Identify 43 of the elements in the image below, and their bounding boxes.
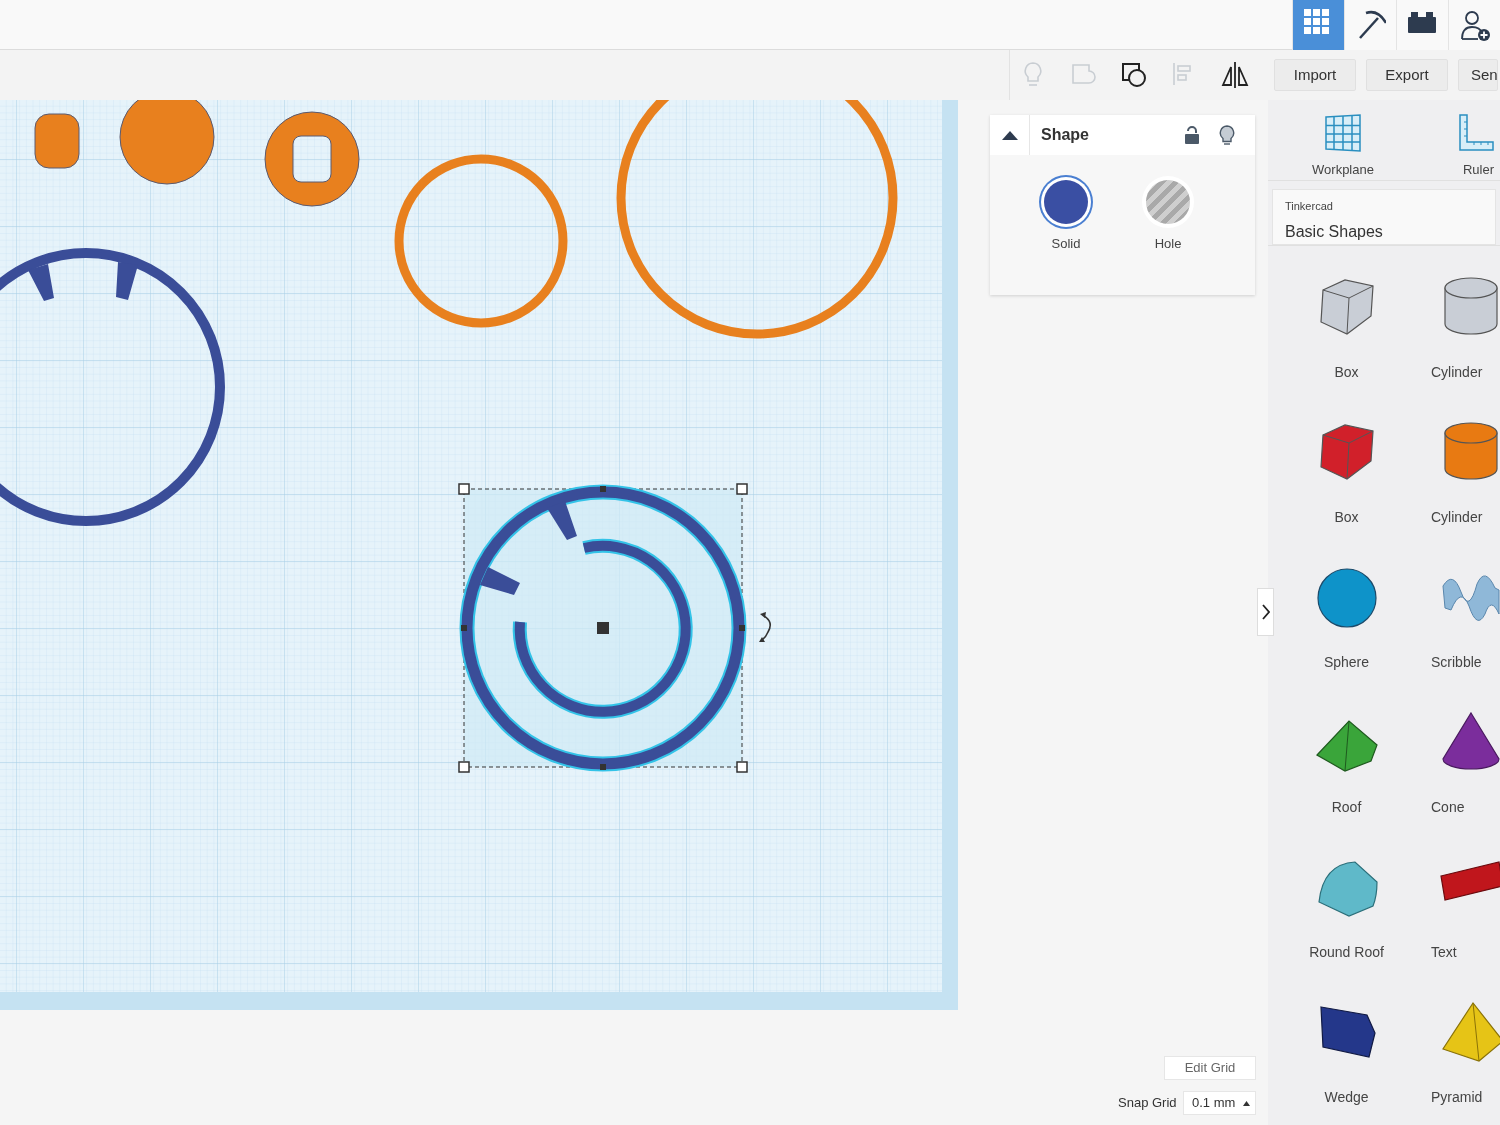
library-dropdown[interactable]: Tinkercad Basic Shapes	[1272, 188, 1496, 245]
view-tab[interactable]	[1344, 0, 1396, 50]
expand-panel-button[interactable]	[1257, 588, 1274, 636]
shape-library-item[interactable]: Box	[1284, 264, 1409, 409]
snap-grid-label: Snap Grid	[1118, 1094, 1177, 1112]
toolbar-text-button[interactable]: Sen	[1458, 59, 1498, 91]
library-name: Basic Shapes	[1285, 222, 1383, 242]
shape-library-item[interactable]: Round Roof	[1284, 844, 1409, 989]
shape-library-item[interactable]: Scribble	[1409, 554, 1500, 699]
shape-library-item[interactable]: Text	[1409, 844, 1500, 989]
triangle-up-icon	[1001, 130, 1018, 140]
mirror-icon	[1221, 61, 1249, 89]
sidebar-tool-button[interactable]: Workplane	[1268, 100, 1418, 180]
shape-library-item[interactable]: Cylinder	[1409, 409, 1500, 554]
view-tab[interactable]	[1396, 0, 1448, 50]
shape-library-item[interactable]: Cylinder	[1409, 264, 1500, 409]
shape-library-item[interactable]: Roof	[1284, 699, 1409, 844]
chevron-right-icon	[1261, 604, 1270, 620]
caret-up-icon	[1243, 1100, 1251, 1106]
rotate-handle	[759, 612, 771, 642]
user-add-icon	[1459, 9, 1490, 41]
square-circle-icon	[1121, 61, 1149, 89]
unlock-icon[interactable]	[1185, 126, 1199, 144]
shape-type-option[interactable]: Hole	[1142, 180, 1194, 254]
panel-title: Shape	[1041, 125, 1090, 145]
shape-type-option[interactable]: Solid	[1040, 180, 1092, 254]
shape-library-item[interactable]: Sphere	[1284, 554, 1409, 699]
library-source: Tinkercad	[1285, 198, 1333, 214]
shape-library-item[interactable]: Box	[1284, 409, 1409, 554]
toolbar-text-button[interactable]: Export	[1366, 59, 1448, 91]
edit-grid-button[interactable]: Edit Grid	[1164, 1056, 1256, 1080]
grid-plane-icon	[1325, 114, 1361, 152]
shape-library-item[interactable]: Pyramid	[1409, 989, 1500, 1125]
rounded-shape	[34, 113, 80, 169]
snap-grid-dropdown[interactable]: 0.1 mm	[1183, 1091, 1256, 1115]
bulb-icon[interactable]	[1219, 125, 1235, 145]
hole-swatch	[1146, 180, 1190, 224]
sidebar-tool-button[interactable]: Ruler	[1418, 100, 1500, 180]
ruler-icon	[1458, 114, 1494, 152]
view-tab[interactable]	[1448, 0, 1500, 50]
toolbar-text-button[interactable]: Import	[1274, 59, 1356, 91]
shape-library-item[interactable]: Cone	[1409, 699, 1500, 844]
shape-library-item[interactable]: Wedge	[1284, 989, 1409, 1125]
